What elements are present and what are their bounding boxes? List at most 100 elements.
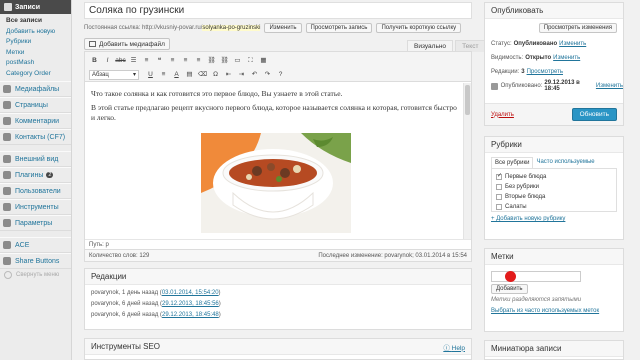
unlink-icon[interactable]: ⛓: [219, 56, 230, 66]
submenu-all-posts[interactable]: Все записи: [6, 16, 71, 27]
special-char-icon[interactable]: Ω: [210, 70, 221, 80]
editor-toolbar: B I abc ☰ ≡ ❝ ≡ ≡ ≡ ⛓ ⛓ ▭ ⛶ ▦ Абзац U ≡ …: [85, 52, 471, 82]
seo-header[interactable]: Инструменты SEO ⓘ Help: [85, 339, 471, 355]
edit-status-link[interactable]: Изменить: [559, 41, 586, 47]
sidebar-item-settings[interactable]: Параметры: [0, 215, 71, 231]
submenu-categories[interactable]: Рубрики: [6, 37, 71, 48]
category-item[interactable]: Без рубрики: [496, 182, 612, 192]
tags-title[interactable]: Метки: [485, 249, 623, 265]
category-checkbox[interactable]: [496, 204, 502, 210]
sidebar-item-posts[interactable]: Записи: [0, 0, 71, 14]
fullscreen-icon[interactable]: ⛶: [245, 56, 256, 66]
sidebar-item-pages[interactable]: Страницы: [0, 97, 71, 113]
sidebar-item-comments[interactable]: Комментарии: [0, 113, 71, 129]
edit-date-link[interactable]: Изменить: [596, 83, 623, 89]
sidebar-item-users[interactable]: Пользователи: [0, 183, 71, 199]
tab-all-categories[interactable]: Все рубрики: [491, 157, 534, 168]
sidebar-item-plugins[interactable]: Плагины 2: [0, 167, 71, 183]
add-media-button[interactable]: Добавить медиафайл: [84, 38, 170, 50]
preview-changes-button[interactable]: Просмотреть изменения: [538, 23, 617, 33]
format-select[interactable]: Абзац: [89, 70, 139, 80]
category-checkbox[interactable]: [496, 184, 502, 190]
indent-icon[interactable]: ⇥: [236, 70, 247, 80]
editor-scrollbar[interactable]: [463, 83, 471, 239]
revisions-count: 3: [521, 69, 525, 75]
link-icon[interactable]: ⛓: [206, 56, 217, 66]
get-shortlink-button[interactable]: Получить короткую ссылку: [376, 23, 462, 33]
submenu-tags[interactable]: Метки: [6, 48, 71, 59]
scrollbar-thumb[interactable]: [465, 85, 470, 115]
add-tag-button[interactable]: Добавить: [491, 284, 528, 294]
redo-icon[interactable]: ↷: [262, 70, 273, 80]
blockquote-icon[interactable]: ❝: [154, 56, 165, 66]
italic-icon[interactable]: I: [102, 56, 113, 66]
browse-revisions-link[interactable]: Просмотреть: [527, 69, 563, 75]
revision-link[interactable]: 29.12.2013, 18:45:56: [162, 301, 219, 307]
revision-link[interactable]: 29.12.2013, 18:45:48: [162, 312, 219, 318]
post-title-input[interactable]: Соляка по грузински: [84, 2, 472, 19]
revisions-title[interactable]: Редакции: [85, 269, 471, 285]
category-item[interactable]: Салаты: [496, 202, 612, 212]
editor-status-bar: Количество слов: 129 Последнее изменение…: [85, 249, 471, 261]
collapse-icon: [4, 271, 12, 279]
category-label: Первые блюда: [505, 174, 547, 180]
toolbar-toggle-icon[interactable]: ▦: [258, 56, 269, 66]
sidebar-item-share-buttons[interactable]: Share Buttons: [0, 253, 71, 269]
categories-title[interactable]: Рубрики: [485, 137, 623, 153]
categories-box: Рубрики Все рубрики Часто используемые П…: [484, 136, 624, 240]
text-color-icon[interactable]: A: [171, 70, 182, 80]
thumbnail-title[interactable]: Миниатюра записи: [485, 341, 623, 357]
collapse-menu-button[interactable]: Свернуть меню: [0, 269, 71, 281]
update-button[interactable]: Обновить: [571, 108, 617, 121]
editor-content[interactable]: Что такое солянка и как готовится это пе…: [85, 83, 463, 239]
view-post-button[interactable]: Просмотреть запись: [305, 23, 373, 33]
sidebar-item-tools[interactable]: Инструменты: [0, 199, 71, 215]
sidebar-item-media[interactable]: Медиафайлы: [0, 81, 71, 97]
choose-tags-link[interactable]: Выбрать из часто используемых меток: [491, 308, 617, 314]
seo-help-link[interactable]: ⓘ Help: [443, 342, 465, 352]
publish-title[interactable]: Опубликовать: [485, 3, 623, 19]
category-item[interactable]: Вторые блюда: [496, 192, 612, 202]
post-editor: B I abc ☰ ≡ ❝ ≡ ≡ ≡ ⛓ ⛓ ▭ ⛶ ▦ Абзац U ≡ …: [84, 51, 472, 262]
delete-link[interactable]: Удалить: [491, 112, 514, 118]
numbered-list-icon[interactable]: ≡: [141, 56, 152, 66]
revision-link[interactable]: 03.01.2014, 15:54:20: [162, 290, 219, 296]
permalink-slug[interactable]: solyanka-po-gruzinski: [202, 25, 261, 31]
justify-icon[interactable]: ≡: [158, 70, 169, 80]
tag-input[interactable]: [491, 271, 581, 282]
category-checkbox[interactable]: [496, 172, 502, 180]
soup-image[interactable]: [201, 133, 351, 233]
strikethrough-icon[interactable]: abc: [115, 56, 126, 66]
underline-icon[interactable]: U: [145, 70, 156, 80]
published-date: 29.12.2013 в 18:45: [544, 80, 580, 92]
help-icon[interactable]: ?: [275, 70, 286, 80]
edit-permalink-button[interactable]: Изменить: [264, 23, 302, 33]
media-icon: [89, 41, 96, 47]
bold-icon[interactable]: B: [89, 56, 100, 66]
align-left-icon[interactable]: ≡: [167, 56, 178, 66]
submenu-add-new[interactable]: Добавить новую: [6, 27, 71, 38]
bullet-list-icon[interactable]: ☰: [128, 56, 139, 66]
publish-box: Опубликовать Просмотреть изменения Стату…: [484, 2, 624, 126]
category-checkbox[interactable]: [496, 194, 502, 200]
sidebar-item-contacts[interactable]: Контакты (CF7): [0, 129, 71, 145]
outdent-icon[interactable]: ⇤: [223, 70, 234, 80]
submenu-postmash[interactable]: postMash: [6, 58, 71, 69]
categories-tabs: Все рубрики Часто используемые: [485, 157, 623, 168]
clear-format-icon[interactable]: ⌫: [197, 70, 208, 80]
tab-popular-categories[interactable]: Часто используемые: [533, 157, 597, 168]
align-center-icon[interactable]: ≡: [180, 56, 191, 66]
edit-visibility-link[interactable]: Изменить: [553, 55, 580, 61]
add-category-link[interactable]: + Добавить новую рубрику: [485, 212, 623, 226]
align-right-icon[interactable]: ≡: [193, 56, 204, 66]
submenu-category-order[interactable]: Category Order: [6, 69, 71, 80]
ace-icon: [3, 241, 11, 249]
sidebar-item-ace[interactable]: ACE: [0, 237, 71, 253]
category-label: Без рубрики: [505, 184, 539, 190]
sidebar-item-appearance[interactable]: Внешний вид: [0, 151, 71, 167]
more-tag-icon[interactable]: ▭: [232, 56, 243, 66]
category-item[interactable]: Первые блюда: [496, 172, 612, 182]
paste-text-icon[interactable]: ▤: [184, 70, 195, 80]
permalink-bar: Постоянная ссылка: http://vkusniy-povar.…: [84, 22, 472, 34]
undo-icon[interactable]: ↶: [249, 70, 260, 80]
